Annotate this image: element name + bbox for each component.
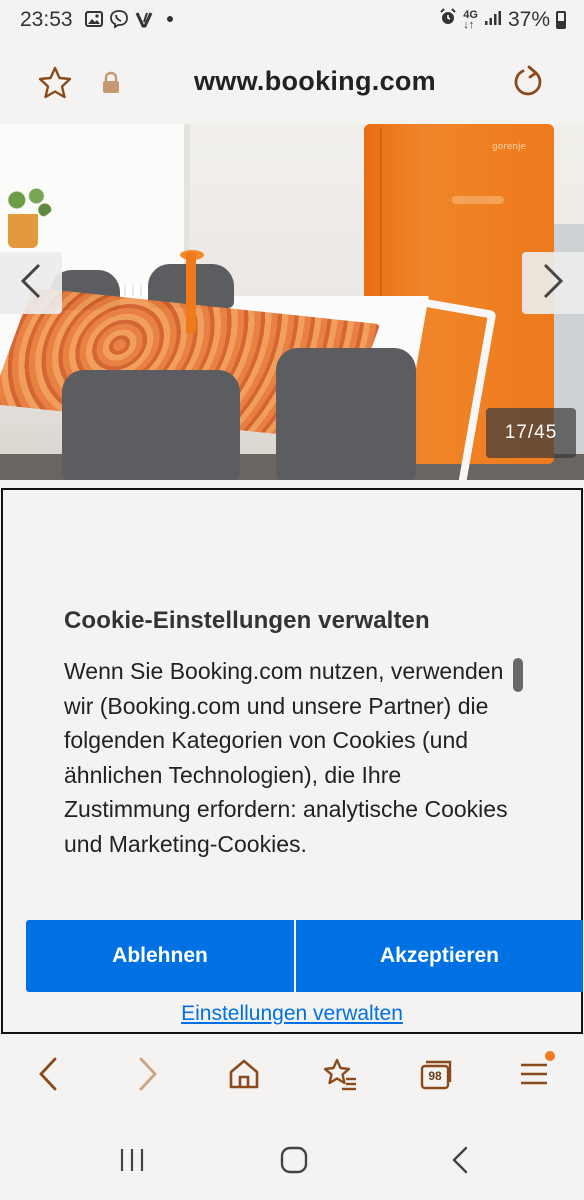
menu-button[interactable]: [514, 1050, 555, 1096]
menu-notification-dot: [545, 1050, 555, 1061]
chair: [62, 370, 240, 480]
fridge-logo: gorenje: [492, 142, 527, 152]
menu-icon: [519, 1050, 555, 1094]
vase: [186, 252, 196, 334]
tabs-button[interactable]: 98: [416, 1056, 456, 1096]
battery-percentage: 37%: [507, 8, 550, 31]
arrow-back-icon: [37, 1056, 59, 1097]
back-button[interactable]: [28, 1056, 68, 1096]
url-bar[interactable]: www.booking.com: [0, 66, 584, 97]
status-icons-left: [84, 9, 173, 29]
v-icon: [134, 9, 154, 29]
signal-icon: [484, 8, 502, 32]
dialog-title: Cookie-Einstellungen verwalten: [64, 607, 430, 634]
tab-count: 98: [428, 1069, 442, 1083]
status-icons-right: 4G ↓↑ 37%: [439, 8, 566, 32]
system-back-button[interactable]: [440, 1142, 480, 1182]
system-navigation-bar: [0, 1116, 584, 1200]
alarm-icon: [439, 8, 457, 32]
status-time: 23:53: [20, 8, 73, 31]
chevron-right-icon: [541, 261, 565, 306]
viber-icon: [109, 9, 129, 29]
browser-toolbar: www.booking.com: [0, 42, 584, 124]
reload-icon[interactable]: [510, 64, 546, 100]
photo-counter: 17/45: [486, 408, 576, 458]
home-square-icon: [279, 1145, 309, 1180]
battery-icon: [556, 11, 566, 29]
recent-apps-button[interactable]: [112, 1142, 152, 1182]
url-text: www.booking.com: [193, 66, 436, 96]
dialog-scrollbar[interactable]: [513, 658, 523, 692]
decline-button[interactable]: Ablehnen: [26, 920, 294, 992]
image-icon: [84, 9, 104, 29]
notification-dot: [167, 16, 173, 22]
home-icon: [227, 1057, 261, 1096]
gallery-photo[interactable]: gorenje 17/45: [0, 124, 584, 480]
cookie-dialog: Cookie-Einstellungen verwalten Wenn Sie …: [1, 488, 583, 1034]
bookmarks-star-list-icon: [322, 1057, 358, 1096]
next-photo-button[interactable]: [522, 252, 584, 314]
previous-photo-button[interactable]: [0, 252, 62, 314]
network-4g-icon: 4G ↓↑: [463, 9, 478, 31]
chevron-left-icon: [19, 261, 43, 306]
chair: [276, 348, 416, 480]
accept-button[interactable]: Akzeptieren: [296, 920, 583, 992]
forward-button[interactable]: [128, 1056, 168, 1096]
home-system-button[interactable]: [274, 1142, 314, 1182]
system-back-icon: [450, 1145, 470, 1180]
flower-pot: [8, 214, 38, 248]
recent-apps-icon: [117, 1146, 147, 1179]
arrow-forward-icon: [137, 1056, 159, 1097]
home-button[interactable]: [224, 1056, 264, 1096]
dialog-body-text: Wenn Sie Booking.com nutzen, verwenden w…: [64, 658, 508, 857]
manage-settings-link[interactable]: Einstellungen verwalten: [3, 1002, 581, 1026]
tabs-icon: 98: [416, 1056, 456, 1096]
bookmarks-button[interactable]: [320, 1056, 360, 1096]
status-bar: 23:53 4G ↓↑ 37%: [0, 0, 584, 42]
browser-bottom-bar: 98: [0, 1036, 584, 1116]
